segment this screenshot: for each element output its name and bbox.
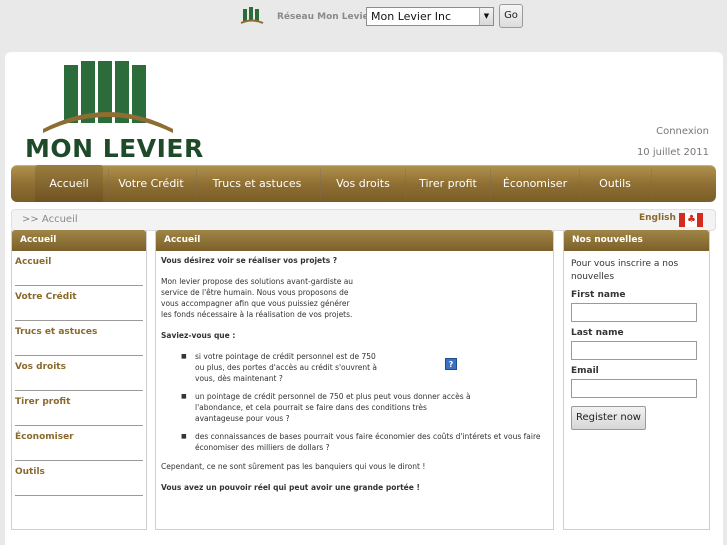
facts-list: si votre pointage de crédit personnel es… — [161, 351, 548, 453]
nav-item-tirer-profit[interactable]: Tirer profit — [408, 165, 488, 202]
left-menu-title: Accueil — [12, 230, 146, 251]
nav-divider — [108, 169, 109, 198]
main-content-title: Accueil — [156, 230, 553, 251]
nav-item-votre-credit[interactable]: Votre Crédit — [111, 165, 191, 202]
connexion-link[interactable]: Connexion — [656, 126, 709, 137]
intro-question: Vous désirez voir se réaliser vos projet… — [161, 256, 338, 265]
saviez-vous-heading: Saviez-vous que : — [161, 331, 236, 340]
cut-off-text: Vous avez un pouvoir réel qui peut avoir… — [161, 483, 420, 492]
left-menu-panel: Accueil Accueil Votre Crédit Trucs et as… — [11, 230, 147, 530]
nav-item-trucs-astuces[interactable]: Trucs et astuces — [199, 165, 315, 202]
network-label: Réseau Mon Levier — [277, 12, 374, 22]
breadcrumb[interactable]: >> Accueil — [22, 214, 78, 225]
language-switch-english[interactable]: English — [639, 213, 676, 223]
nav-divider — [196, 169, 197, 198]
list-item: si votre pointage de crédit personnel es… — [181, 351, 381, 384]
main-content-panel: Accueil Vous désirez voir se réaliser vo… — [155, 230, 554, 530]
nav-divider — [490, 169, 491, 198]
left-link-accueil[interactable]: Accueil — [15, 251, 143, 286]
newsletter-panel: Nos nouvelles Pour vous inscrire a nos n… — [563, 230, 710, 530]
chevron-down-icon[interactable]: ▼ — [479, 8, 493, 25]
network-bar: Réseau Mon Levier Mon Levier Inc ▼ Go — [0, 0, 727, 34]
left-link-votre-credit[interactable]: Votre Crédit — [15, 286, 143, 321]
nav-divider — [405, 169, 406, 198]
main-nav: Accueil Votre Crédit Trucs et astuces Vo… — [11, 165, 716, 202]
site-select-value: Mon Levier Inc — [371, 10, 452, 23]
list-item: un pointage de crédit personnel de 750 e… — [181, 391, 471, 424]
nav-item-accueil[interactable]: Accueil — [35, 165, 103, 202]
left-link-outils[interactable]: Outils — [15, 461, 143, 496]
register-button[interactable]: Register now — [571, 406, 646, 430]
main-content-body: Vous désirez voir se réaliser vos projet… — [156, 251, 553, 531]
left-link-trucs-astuces[interactable]: Trucs et astuces — [15, 321, 143, 356]
left-link-tirer-profit[interactable]: Tirer profit — [15, 391, 143, 426]
list-item: des connaissances de bases pourrait vous… — [181, 431, 541, 453]
nav-item-economiser[interactable]: Économiser — [493, 165, 577, 202]
nav-item-vos-droits[interactable]: Vos droits — [323, 165, 403, 202]
newsletter-intro: Pour vous inscrire a nos nouvelles — [571, 259, 679, 282]
breadcrumb-bar: >> Accueil English ♣ — [11, 209, 716, 231]
canada-flag-icon[interactable]: ♣ — [679, 213, 703, 227]
email-label: Email — [571, 366, 599, 376]
email-field[interactable] — [571, 379, 697, 398]
nav-divider — [651, 169, 652, 198]
first-name-label: First name — [571, 290, 626, 300]
nav-divider — [320, 169, 321, 198]
last-name-label: Last name — [571, 328, 624, 338]
nav-divider — [579, 169, 580, 198]
newsletter-title: Nos nouvelles — [564, 230, 709, 251]
nav-item-outils[interactable]: Outils — [582, 165, 648, 202]
intro-paragraph: Mon levier propose des solutions avant-g… — [161, 277, 354, 319]
go-button[interactable]: Go — [499, 4, 523, 28]
first-name-field[interactable] — [571, 303, 697, 322]
logo-text: MON LEVIER — [25, 134, 204, 163]
closing-text: Cependant, ce ne sont sûrement pas les b… — [161, 462, 426, 471]
current-date: 10 juillet 2011 — [636, 147, 709, 158]
left-link-vos-droits[interactable]: Vos droits — [15, 356, 143, 391]
help-icon[interactable]: ? — [445, 358, 457, 370]
last-name-field[interactable] — [571, 341, 697, 360]
mon-levier-mini-logo — [240, 7, 264, 24]
left-link-economiser[interactable]: Économiser — [15, 426, 143, 461]
site-select[interactable]: Mon Levier Inc ▼ — [366, 7, 494, 26]
